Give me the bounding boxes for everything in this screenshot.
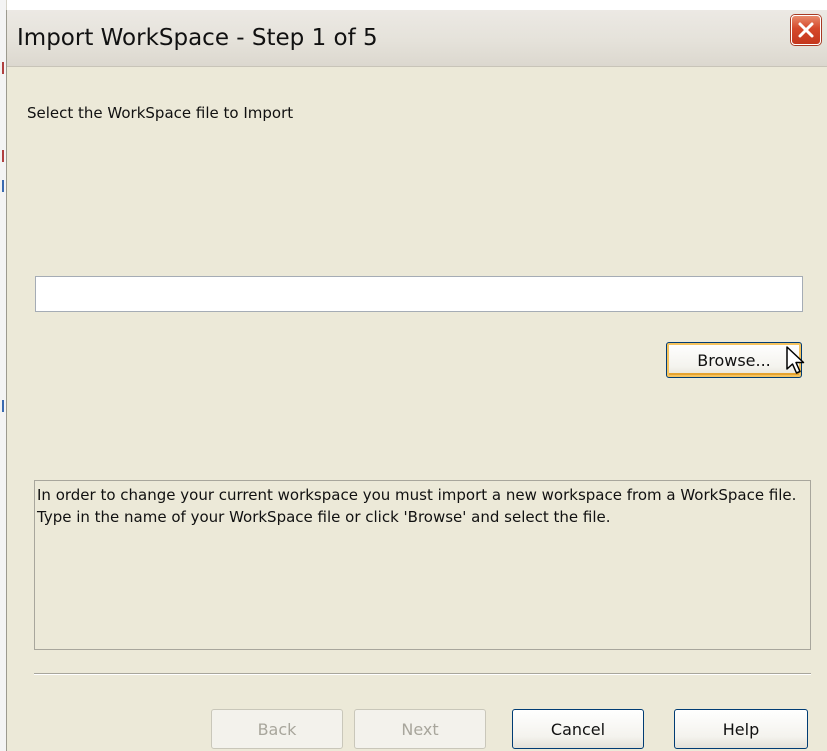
edge-mark [2,180,4,192]
description-text: In order to change your current workspac… [34,480,811,650]
mouse-pointer-icon [786,346,805,374]
next-button[interactable]: Next [354,709,486,749]
workspace-file-input[interactable] [35,276,803,312]
edge-mark [2,150,4,162]
dialog-title: Import WorkSpace - Step 1 of 5 [17,25,378,51]
help-button[interactable]: Help [674,709,808,749]
import-workspace-dialog: Import WorkSpace - Step 1 of 5 Select th… [6,10,827,751]
edge-mark [2,400,4,412]
back-button[interactable]: Back [211,709,343,749]
close-button[interactable] [791,15,821,45]
dialog-content: Select the WorkSpace file to Import Brow… [7,67,827,751]
cancel-button[interactable]: Cancel [512,709,644,749]
close-icon [798,22,814,38]
instruction-label: Select the WorkSpace file to Import [27,104,294,122]
separator-line [34,673,811,675]
edge-mark [2,62,4,74]
title-bar[interactable]: Import WorkSpace - Step 1 of 5 [7,10,827,67]
browse-button[interactable]: Browse... [666,342,802,378]
